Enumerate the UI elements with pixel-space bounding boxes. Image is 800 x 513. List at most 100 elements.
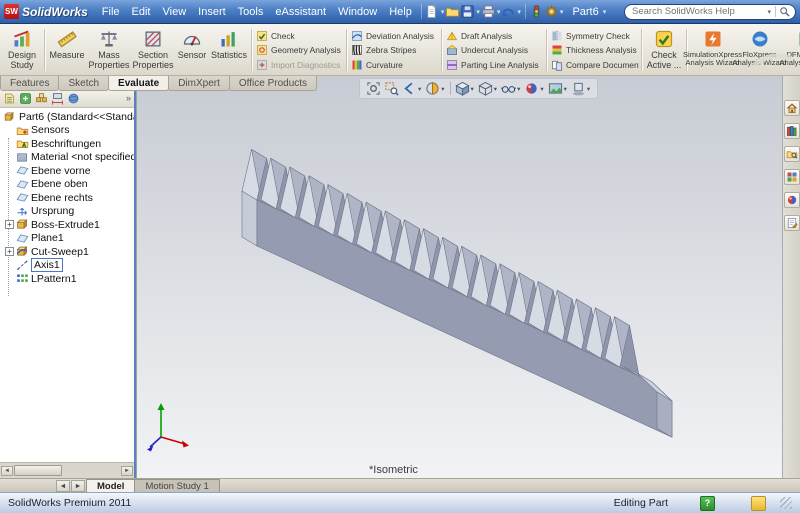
apply-scene-button[interactable]: ▾: [547, 81, 569, 96]
curvature-button[interactable]: Curvature: [351, 59, 437, 71]
display-style-button[interactable]: ▾: [477, 81, 499, 96]
menu-window[interactable]: Window: [332, 4, 383, 20]
view-orientation-button[interactable]: ▾: [454, 81, 476, 96]
dimxpertmanager-icon[interactable]: [51, 92, 64, 105]
graphics-area[interactable]: ▾ ▾ ▾ ▾ ▾ ▾ ▾ ▾ *Isometric: [136, 76, 782, 478]
tree-item-right-plane[interactable]: Ebene rechts: [2, 191, 134, 205]
scroll-left-arrow-icon[interactable]: ◄: [1, 466, 13, 476]
featuremanager-tree-icon[interactable]: [3, 92, 16, 105]
tab-sketch[interactable]: Sketch: [58, 76, 109, 91]
section-properties-button[interactable]: Section Properties: [131, 26, 175, 74]
tree-item-origin[interactable]: Ursprung: [2, 205, 134, 219]
menu-insert[interactable]: Insert: [192, 4, 232, 20]
document-title[interactable]: Part6: [572, 6, 598, 18]
compare-documents-button[interactable]: Compare Documents: [551, 59, 637, 71]
appearances-scenes-button[interactable]: [784, 192, 800, 208]
check-active-button[interactable]: Check Active ...: [644, 26, 684, 74]
caret-down-icon[interactable]: ▾: [517, 8, 521, 16]
caret-down-icon[interactable]: ▾: [441, 8, 445, 16]
tree-item-front-plane[interactable]: Ebene vorne: [2, 164, 134, 178]
tab-scroll-right-icon[interactable]: ►: [71, 480, 85, 492]
tab-scroll-left-icon[interactable]: ◄: [56, 480, 70, 492]
sensor-button[interactable]: Sensor: [175, 26, 209, 74]
tree-item-material[interactable]: Material <not specified>: [2, 151, 134, 165]
status-tag-icon[interactable]: [751, 496, 766, 511]
tab-office-products[interactable]: Office Products: [229, 76, 317, 91]
menu-tools[interactable]: Tools: [232, 4, 270, 20]
quick-tips-help-icon[interactable]: ?: [700, 496, 715, 511]
section-view-button[interactable]: ▾: [424, 81, 446, 96]
view-palette-button[interactable]: [784, 169, 800, 185]
tab-dimxpert[interactable]: DimXpert: [168, 76, 230, 91]
parting-line-analysis-button[interactable]: Parting Line Analysis: [446, 59, 542, 71]
expand-toggle[interactable]: +: [5, 220, 14, 229]
rebuild-icon[interactable]: [529, 4, 544, 19]
previous-view-button[interactable]: ▾: [401, 81, 423, 96]
edit-appearance-button[interactable]: ▾: [523, 81, 545, 96]
panel-flyout-chevrons-icon[interactable]: »: [126, 92, 131, 105]
caret-down-icon[interactable]: ▾: [476, 8, 480, 16]
model-tab[interactable]: Model: [86, 479, 135, 492]
open-document-icon[interactable]: [445, 4, 460, 19]
hide-show-items-button[interactable]: ▾: [500, 81, 522, 96]
menu-view[interactable]: View: [157, 4, 193, 20]
panel-horizontal-scrollbar[interactable]: ◄ ►: [0, 462, 134, 478]
tree-item-lpattern[interactable]: LPattern1: [2, 272, 134, 286]
tree-item-sensors[interactable]: Sensors: [2, 124, 134, 138]
options-icon[interactable]: [544, 4, 559, 19]
print-icon[interactable]: [481, 4, 496, 19]
help-search-box[interactable]: ▾: [624, 4, 796, 20]
zoom-to-area-button[interactable]: [383, 81, 400, 96]
tree-item-boss-extrude[interactable]: +Boss-Extrude1: [2, 218, 134, 232]
mass-properties-button[interactable]: Mass Properties: [87, 26, 131, 74]
propertymanager-icon[interactable]: [19, 92, 32, 105]
displaymanager-icon[interactable]: [67, 92, 80, 105]
configurationmanager-icon[interactable]: [35, 92, 48, 105]
new-document-icon[interactable]: [425, 4, 440, 19]
file-explorer-button[interactable]: [784, 146, 800, 162]
custom-properties-button[interactable]: [784, 215, 800, 231]
tree-item-top-plane[interactable]: Ebene oben: [2, 178, 134, 192]
measure-button[interactable]: Measure: [47, 26, 87, 74]
menu-help[interactable]: Help: [383, 4, 418, 20]
deviation-analysis-button[interactable]: Deviation Analysis: [351, 30, 437, 42]
tree-item-cut-sweep[interactable]: +Cut-Sweep1: [2, 245, 134, 259]
motion-study-tab[interactable]: Motion Study 1: [134, 479, 219, 492]
view-settings-button[interactable]: ▾: [570, 81, 592, 96]
tree-item-plane1[interactable]: Plane1: [2, 232, 134, 246]
design-study-button[interactable]: Design Study: [2, 26, 42, 74]
menu-eassistant[interactable]: eAssistant: [269, 4, 332, 20]
undercut-analysis-button[interactable]: Undercut Analysis: [446, 44, 542, 56]
thickness-analysis-button[interactable]: Thickness Analysis: [551, 44, 637, 56]
caret-down-icon[interactable]: ▾: [603, 8, 607, 16]
statistics-button[interactable]: Statistics: [209, 26, 249, 74]
expand-toggle[interactable]: +: [5, 247, 14, 256]
menu-edit[interactable]: Edit: [126, 4, 157, 20]
solidworks-resources-button[interactable]: [784, 100, 800, 116]
tab-evaluate[interactable]: Evaluate: [108, 76, 169, 91]
model-canvas[interactable]: [137, 76, 782, 478]
caret-down-icon[interactable]: ▾: [497, 8, 501, 16]
search-icon[interactable]: [779, 6, 790, 17]
save-icon[interactable]: [460, 4, 475, 19]
search-scope-caret-icon[interactable]: ▾: [767, 8, 771, 16]
symmetry-check-button[interactable]: Symmetry Check: [551, 30, 637, 42]
tree-item-root[interactable]: Part6 (Standard<<Standard>_...: [2, 110, 134, 124]
design-library-button[interactable]: [784, 123, 800, 139]
undo-icon[interactable]: [501, 4, 516, 19]
tree-item-annotations[interactable]: Beschriftungen: [2, 137, 134, 151]
resize-grip-icon[interactable]: [780, 497, 792, 509]
tree-item-axis1[interactable]: Axis1: [2, 259, 134, 273]
check-button[interactable]: Check: [256, 30, 342, 42]
draft-analysis-button[interactable]: Draft Analysis: [446, 30, 542, 42]
scrollbar-thumb[interactable]: [14, 465, 62, 476]
tab-features[interactable]: Features: [0, 76, 59, 91]
zoom-to-fit-button[interactable]: [365, 81, 382, 96]
menu-file[interactable]: File: [96, 4, 126, 20]
import-diagnostics-button[interactable]: Import Diagnostics: [256, 59, 342, 71]
caret-down-icon[interactable]: ▾: [560, 8, 564, 16]
geometry-analysis-button[interactable]: Geometry Analysis: [256, 44, 342, 56]
zebra-stripes-button[interactable]: Zebra Stripes: [351, 44, 437, 56]
search-input[interactable]: [630, 5, 763, 18]
scroll-right-arrow-icon[interactable]: ►: [121, 466, 133, 476]
